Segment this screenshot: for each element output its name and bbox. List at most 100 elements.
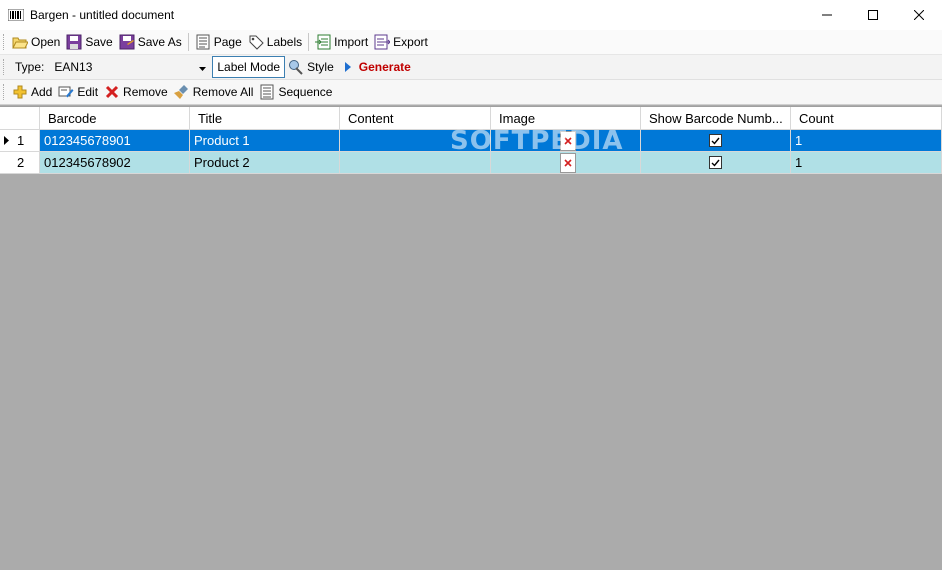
open-label: Open <box>31 35 61 49</box>
close-button[interactable] <box>896 0 942 30</box>
labels-button[interactable]: Labels <box>245 31 305 53</box>
row-header[interactable]: 1 <box>0 130 40 151</box>
checkmark-icon <box>711 137 720 145</box>
remove-all-button[interactable]: Remove All <box>171 81 257 103</box>
save-label: Save <box>85 35 113 49</box>
column-header-title[interactable]: Title <box>190 107 340 129</box>
image-cell[interactable] <box>491 130 641 151</box>
title-cell[interactable]: Product 2 <box>190 152 340 173</box>
play-arrow-icon <box>340 59 356 75</box>
current-row-arrow-icon <box>4 136 14 145</box>
remove-label: Remove <box>123 85 168 99</box>
count-cell[interactable]: 1 <box>791 130 942 151</box>
window-title: Bargen - untitled document <box>30 8 175 22</box>
save-as-button[interactable]: Save As <box>116 31 185 53</box>
row-number: 1 <box>17 133 25 148</box>
column-header-content[interactable]: Content <box>340 107 491 129</box>
toolbar-grip[interactable] <box>3 34 6 50</box>
save-as-label: Save As <box>137 35 182 49</box>
import-button[interactable]: Import <box>312 31 371 53</box>
generate-toolbar: Type: EAN13 Label Mode Style Generate <box>0 55 942 80</box>
image-cell[interactable] <box>491 152 641 173</box>
title-bar: Bargen - untitled document <box>0 0 942 30</box>
save-button[interactable]: Save <box>63 31 115 53</box>
toolbar-grip[interactable] <box>3 59 6 75</box>
dropdown-arrow-icon <box>199 60 207 74</box>
import-label: Import <box>334 35 369 49</box>
labels-label: Labels <box>266 35 303 49</box>
remove-all-label: Remove All <box>192 85 254 99</box>
column-header-show-number[interactable]: Show Barcode Numb... <box>641 107 791 129</box>
row-toolbar: Add Edit Remove Remove All Sequence <box>0 80 942 105</box>
barcode-app-icon <box>8 8 24 22</box>
barcode-grid: Barcode Title Content Image Show Barcode… <box>0 106 942 174</box>
barcode-cell[interactable]: 012345678902 <box>40 152 190 173</box>
main-toolbar: Open Save Save As Page Labels Import Exp… <box>0 30 942 55</box>
tag-icon <box>248 34 264 50</box>
sequence-button[interactable]: Sequence <box>256 81 335 103</box>
maximize-button[interactable] <box>850 0 896 30</box>
plus-icon <box>12 84 28 100</box>
style-brush-icon <box>288 59 304 75</box>
column-header-count[interactable]: Count <box>791 107 942 129</box>
page-icon <box>195 34 211 50</box>
import-icon <box>315 34 331 50</box>
minimize-button[interactable] <box>804 0 850 30</box>
show-number-checkbox[interactable] <box>709 156 722 169</box>
page-label: Page <box>213 35 242 49</box>
grid-header-row: Barcode Title Content Image Show Barcode… <box>0 107 942 130</box>
style-button[interactable]: Style <box>285 56 337 78</box>
page-button[interactable]: Page <box>192 31 245 53</box>
save-as-icon <box>119 34 135 50</box>
export-label: Export <box>393 35 428 49</box>
generate-label: Generate <box>358 60 411 74</box>
table-row[interactable]: 1 012345678901 Product 1 1 <box>0 130 942 152</box>
open-button[interactable]: Open <box>9 31 63 53</box>
toolbar-grip[interactable] <box>3 84 6 100</box>
barcode-type-value: EAN13 <box>54 60 93 74</box>
checkmark-icon <box>711 159 720 167</box>
column-header-barcode[interactable]: Barcode <box>40 107 190 129</box>
column-header-image[interactable]: Image <box>491 107 641 129</box>
toolbar-separator <box>308 33 310 51</box>
barcode-cell[interactable]: 012345678901 <box>40 130 190 151</box>
content-cell[interactable] <box>340 152 491 173</box>
sequence-label: Sequence <box>278 85 333 99</box>
add-button[interactable]: Add <box>9 81 55 103</box>
show-number-cell[interactable] <box>641 130 791 151</box>
label-mode-button[interactable]: Label Mode <box>212 56 286 78</box>
content-cell[interactable] <box>340 130 491 151</box>
edit-button[interactable]: Edit <box>55 81 101 103</box>
generate-button[interactable]: Generate <box>337 56 414 78</box>
remove-button[interactable]: Remove <box>101 81 171 103</box>
export-icon <box>374 34 391 50</box>
missing-image-icon <box>559 130 576 151</box>
title-cell[interactable]: Product 1 <box>190 130 340 151</box>
show-number-cell[interactable] <box>641 152 791 173</box>
row-number: 2 <box>17 155 25 170</box>
toolbar-separator <box>187 33 189 51</box>
style-label: Style <box>307 60 334 74</box>
count-cell[interactable]: 1 <box>791 152 942 173</box>
label-mode-label: Label Mode <box>217 60 281 74</box>
close-icon <box>914 10 924 20</box>
red-x-icon <box>104 84 120 100</box>
window-controls <box>804 0 942 30</box>
floppy-save-icon <box>66 34 82 50</box>
sequence-list-icon <box>259 84 275 100</box>
row-header-corner[interactable] <box>0 107 40 129</box>
minimize-icon <box>822 14 832 16</box>
missing-image-icon <box>559 152 576 173</box>
type-label: Type: <box>15 60 45 74</box>
table-row[interactable]: 2 012345678902 Product 2 1 <box>0 152 942 174</box>
show-number-checkbox[interactable] <box>709 134 722 147</box>
add-label: Add <box>31 85 53 99</box>
row-header[interactable]: 2 <box>0 152 40 173</box>
edit-label: Edit <box>77 85 99 99</box>
folder-open-icon <box>12 34 28 50</box>
maximize-icon <box>868 10 878 20</box>
barcode-type-select[interactable]: EAN13 <box>52 57 210 77</box>
export-button[interactable]: Export <box>371 31 431 53</box>
edit-pencil-icon <box>58 84 74 100</box>
broom-icon <box>173 84 190 100</box>
